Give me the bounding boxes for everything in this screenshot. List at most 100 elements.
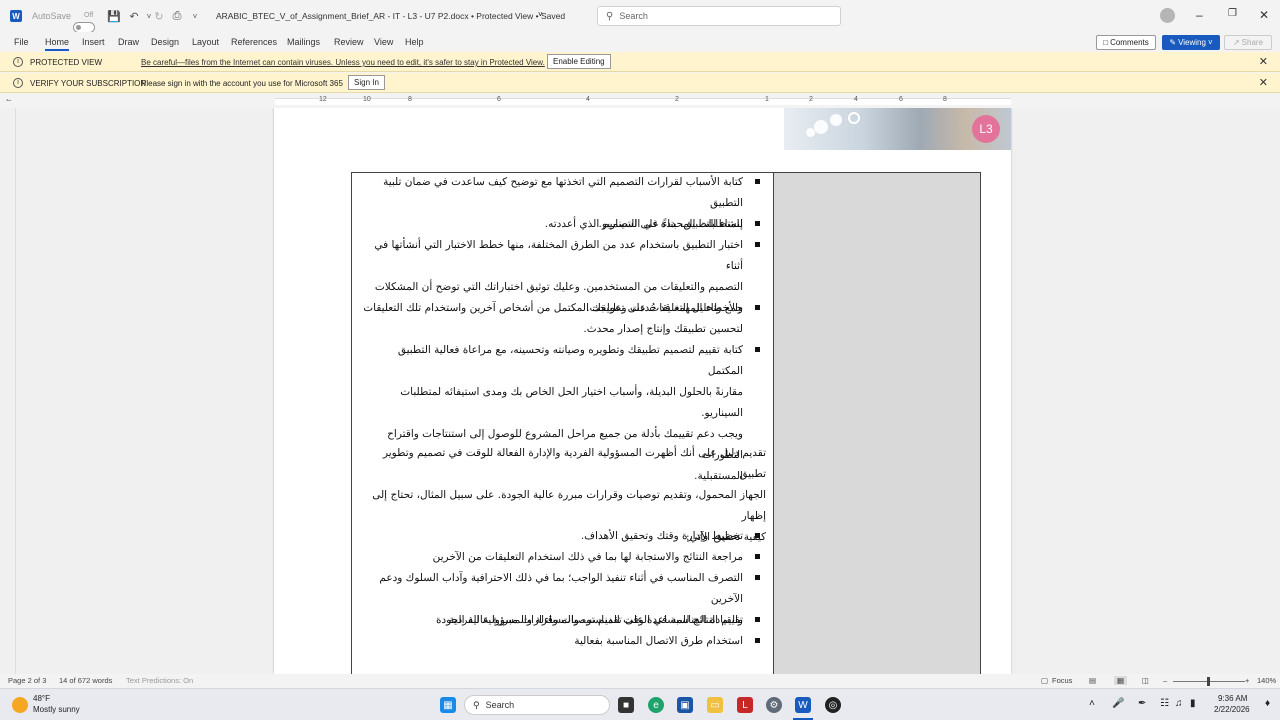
windows-start-icon[interactable]: ▦ [440, 697, 456, 713]
customize-qat-icon[interactable]: ˅ [186, 7, 204, 25]
battery-icon[interactable]: ▮ [1190, 698, 1196, 709]
table-grey-cell[interactable] [773, 172, 981, 674]
zoom-level[interactable]: 140% [1257, 676, 1276, 685]
enable-editing-button[interactable]: Enable Editing [547, 54, 611, 69]
share-button[interactable]: ↗ Share [1224, 35, 1272, 50]
bullet-icon [755, 221, 760, 226]
bullet-icon [755, 347, 760, 352]
weather-sun-icon[interactable] [12, 697, 28, 713]
task-view-icon[interactable]: ■ [618, 697, 634, 713]
restore-icon[interactable]: ❐ [1228, 8, 1237, 19]
word-taskbar-icon[interactable]: W [795, 697, 811, 713]
header-banner-image: L3 [784, 108, 1011, 150]
close-subscription-bar-icon[interactable]: ✕ [1259, 76, 1268, 89]
decorative-bubble [830, 114, 842, 126]
search-icon: ⚲ [473, 699, 480, 710]
clock-time[interactable]: 9:36 AM [1218, 694, 1247, 703]
list-item-line: التصرف المناسب في أثناء تنفيذ الواجب؛ بم… [379, 572, 743, 605]
tab-view[interactable]: View [374, 37, 393, 47]
list-item: إنشاء التطبيق، بناءً على التصميم الذي أع… [360, 214, 743, 235]
tab-selector-icon[interactable]: ⌙ [6, 96, 12, 104]
account-avatar-icon[interactable] [1160, 8, 1175, 23]
settings-gear-icon[interactable]: ⚙ [766, 697, 782, 713]
weather-temperature[interactable]: 48°F [33, 694, 50, 703]
text-predictions-status[interactable]: Text Predictions: On [126, 676, 193, 685]
ruler-label: 8 [408, 96, 412, 103]
list-item: استخدام طرق الاتصال المناسبة بفعالية [360, 631, 743, 652]
volume-icon[interactable]: ♫ [1175, 698, 1183, 709]
decorative-bubble [848, 112, 860, 124]
chrome-browser-icon[interactable]: ◎ [825, 697, 841, 713]
print-layout-icon[interactable]: ▦ [1114, 676, 1128, 685]
file-explorer-icon[interactable]: ▭ [707, 697, 723, 713]
list-item: جمع وتحليل التعليقات على تطبيقك المكتمل … [360, 298, 743, 340]
print-icon[interactable]: ⎙ [168, 7, 186, 25]
ribbon-tabs: File Home Insert Draw Design Layout Refe… [0, 32, 1280, 52]
tab-review[interactable]: Review [334, 37, 364, 47]
autosave-toggle[interactable] [73, 21, 95, 33]
edge-browser-icon[interactable]: e [648, 697, 664, 713]
search-input[interactable]: ⚲ Search [597, 6, 841, 26]
store-icon[interactable]: ▣ [677, 697, 693, 713]
chevron-down-icon: ˅ [1207, 38, 1213, 47]
network-icon[interactable]: ☷ [1160, 698, 1169, 709]
tab-mailings[interactable]: Mailings [287, 37, 320, 47]
web-layout-icon[interactable]: ◫ [1142, 676, 1149, 685]
document-title[interactable]: ARABIC_BTEC_V_of_Assignment_Brief_AR - I… [216, 11, 565, 21]
minimize-icon[interactable]: – [1196, 8, 1203, 22]
save-icon[interactable]: 💾 [105, 7, 123, 25]
close-protected-bar-icon[interactable]: ✕ [1259, 55, 1268, 68]
ruler-label: 1 [765, 96, 769, 103]
page-count[interactable]: Page 2 of 3 [8, 676, 46, 685]
horizontal-ruler[interactable]: ⌙ 12 10 8 6 4 2 1 2 4 6 8 [0, 94, 1280, 108]
tab-insert[interactable]: Insert [82, 37, 105, 47]
protected-view-message[interactable]: Be careful—files from the Internet can c… [141, 58, 545, 67]
taskbar-search[interactable]: ⚲ Search [464, 695, 610, 715]
list-item: تقييم النتائج للمساعدة على تقديم توصيات … [360, 610, 743, 631]
bullet-icon [755, 617, 760, 622]
app-l-icon[interactable]: L [737, 697, 753, 713]
sign-in-button[interactable]: Sign In [348, 75, 385, 90]
focus-button[interactable]: Focus [1052, 676, 1072, 685]
ruler-label: 12 [319, 96, 327, 103]
tab-design[interactable]: Design [151, 37, 179, 47]
comments-button[interactable]: □ Comments [1096, 35, 1156, 50]
viewing-mode-button[interactable]: ✎ Viewing ˅ [1162, 35, 1220, 50]
share-label: Share [1241, 38, 1264, 47]
document-canvas[interactable]: L3 كتابة الأسباب لقرارات التصميم التي ات… [0, 108, 1280, 674]
zoom-out-icon[interactable]: – [1163, 676, 1167, 685]
zoom-slider-thumb[interactable] [1207, 677, 1210, 686]
paragraph-line: الجهاز المحمول، وتقديم توصيات وقرارات مب… [372, 489, 766, 522]
zoom-in-icon[interactable]: + [1245, 676, 1249, 685]
tab-file[interactable]: File [14, 37, 29, 47]
microphone-icon[interactable]: 🎤 [1112, 698, 1124, 709]
bullet-icon [755, 242, 760, 247]
bullet-icon [755, 305, 760, 310]
close-window-icon[interactable]: ✕ [1259, 8, 1269, 22]
show-hidden-icons-icon[interactable]: ˄ [1089, 698, 1095, 709]
decorative-bubble [806, 128, 815, 137]
pen-icon[interactable]: ✒ [1138, 698, 1146, 709]
subscription-message: Please sign in with the account you use … [141, 79, 343, 88]
subscription-bar: i VERIFY YOUR SUBSCRIPTION Please sign i… [0, 73, 1280, 93]
tab-help[interactable]: Help [405, 37, 424, 47]
notification-icon[interactable]: ♦ [1265, 698, 1270, 709]
tab-references[interactable]: References [231, 37, 277, 47]
ruler-label: 4 [586, 96, 590, 103]
protected-view-bar: i PROTECTED VIEW Be careful—files from t… [0, 52, 1280, 72]
title-chevron-icon[interactable]: ˅ [538, 10, 543, 19]
list-item-line: اختبار التطبيق باستخدام عدد من الطرق الم… [374, 239, 743, 272]
weather-condition[interactable]: Mostly sunny [33, 705, 80, 714]
tab-home[interactable]: Home [45, 37, 70, 51]
protected-view-title: PROTECTED VIEW [30, 58, 103, 67]
focus-icon[interactable]: ▢ [1041, 676, 1048, 685]
tab-layout[interactable]: Layout [192, 37, 219, 47]
word-count[interactable]: 14 of 672 words [59, 676, 112, 685]
comment-icon: □ [1103, 38, 1109, 47]
redo-icon[interactable]: ↻ [150, 7, 168, 25]
tab-draw[interactable]: Draw [118, 37, 139, 47]
decorative-bubble [814, 120, 828, 134]
clock-date[interactable]: 2/22/2026 [1214, 705, 1250, 714]
autosave-label: AutoSave [32, 11, 72, 21]
read-mode-icon[interactable]: ▤ [1089, 676, 1096, 685]
